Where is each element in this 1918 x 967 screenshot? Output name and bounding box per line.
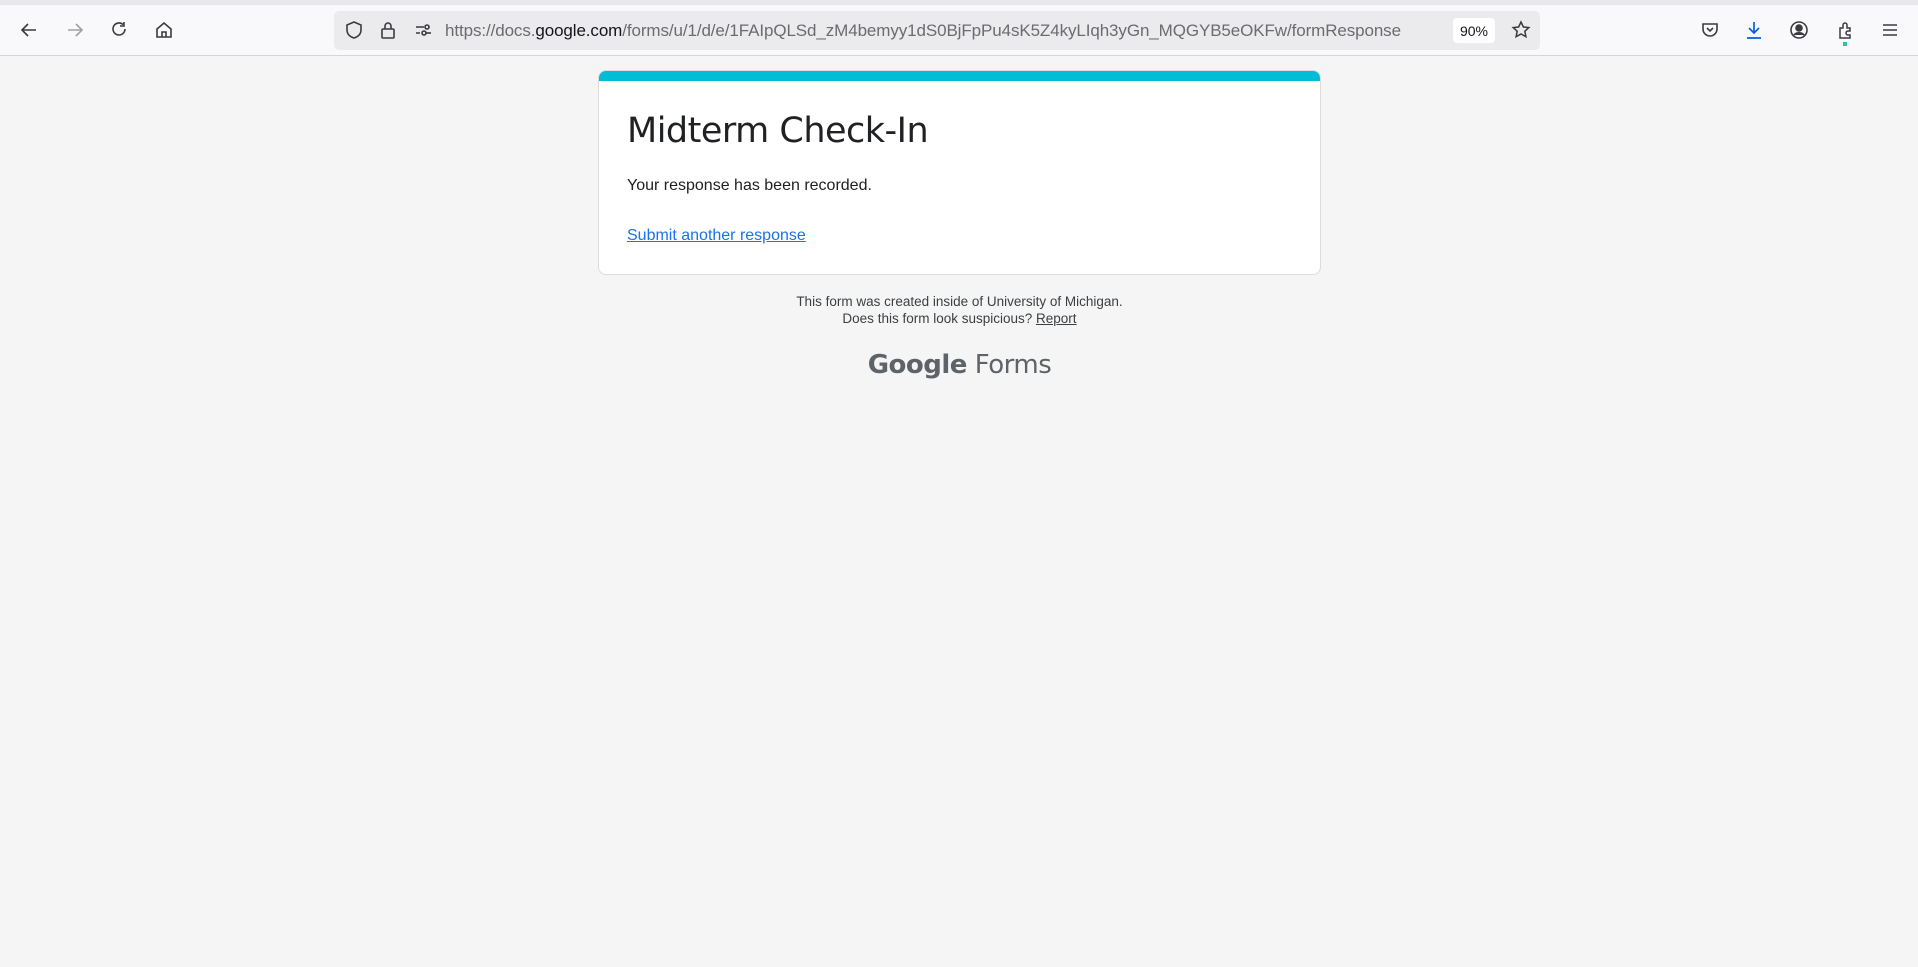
extensions-icon[interactable] <box>1834 19 1856 46</box>
form-footer: This form was created inside of Universi… <box>598 294 1321 327</box>
report-link[interactable]: Report <box>1036 311 1077 326</box>
star-icon[interactable] <box>1511 20 1531 40</box>
created-inside-text: This form was created inside of Universi… <box>796 294 1123 309</box>
suspicious-line: Does this form look suspicious? Report <box>842 310 1077 326</box>
shield-icon[interactable] <box>344 20 364 40</box>
reload-icon[interactable] <box>108 19 130 41</box>
google-forms-logo[interactable]: Google Forms <box>598 350 1321 380</box>
lock-icon[interactable] <box>378 20 398 40</box>
card-accent-bar <box>599 71 1320 81</box>
url-text[interactable]: https://docs.google.com/forms/u/1/d/e/1F… <box>445 21 1401 41</box>
back-icon[interactable] <box>18 19 40 41</box>
account-icon[interactable] <box>1788 19 1810 41</box>
menu-icon[interactable] <box>1879 19 1901 41</box>
permissions-icon[interactable] <box>413 20 433 40</box>
browser-toolbar: https://docs.google.com/forms/u/1/d/e/1F… <box>0 5 1918 56</box>
download-icon[interactable] <box>1743 19 1765 41</box>
forward-icon[interactable] <box>64 19 86 41</box>
home-icon[interactable] <box>153 19 175 41</box>
zoom-level-button[interactable]: 90% <box>1453 18 1495 43</box>
confirmation-message: Your response has been recorded. <box>627 177 872 194</box>
address-bar[interactable]: https://docs.google.com/forms/u/1/d/e/1F… <box>334 11 1540 50</box>
form-title: Midterm Check-In <box>627 111 929 151</box>
response-card: Midterm Check-In Your response has been … <box>598 70 1321 275</box>
pocket-icon[interactable] <box>1699 19 1721 41</box>
submit-another-response-link[interactable]: Submit another response <box>627 227 806 245</box>
extension-badge-dot <box>1843 42 1847 46</box>
